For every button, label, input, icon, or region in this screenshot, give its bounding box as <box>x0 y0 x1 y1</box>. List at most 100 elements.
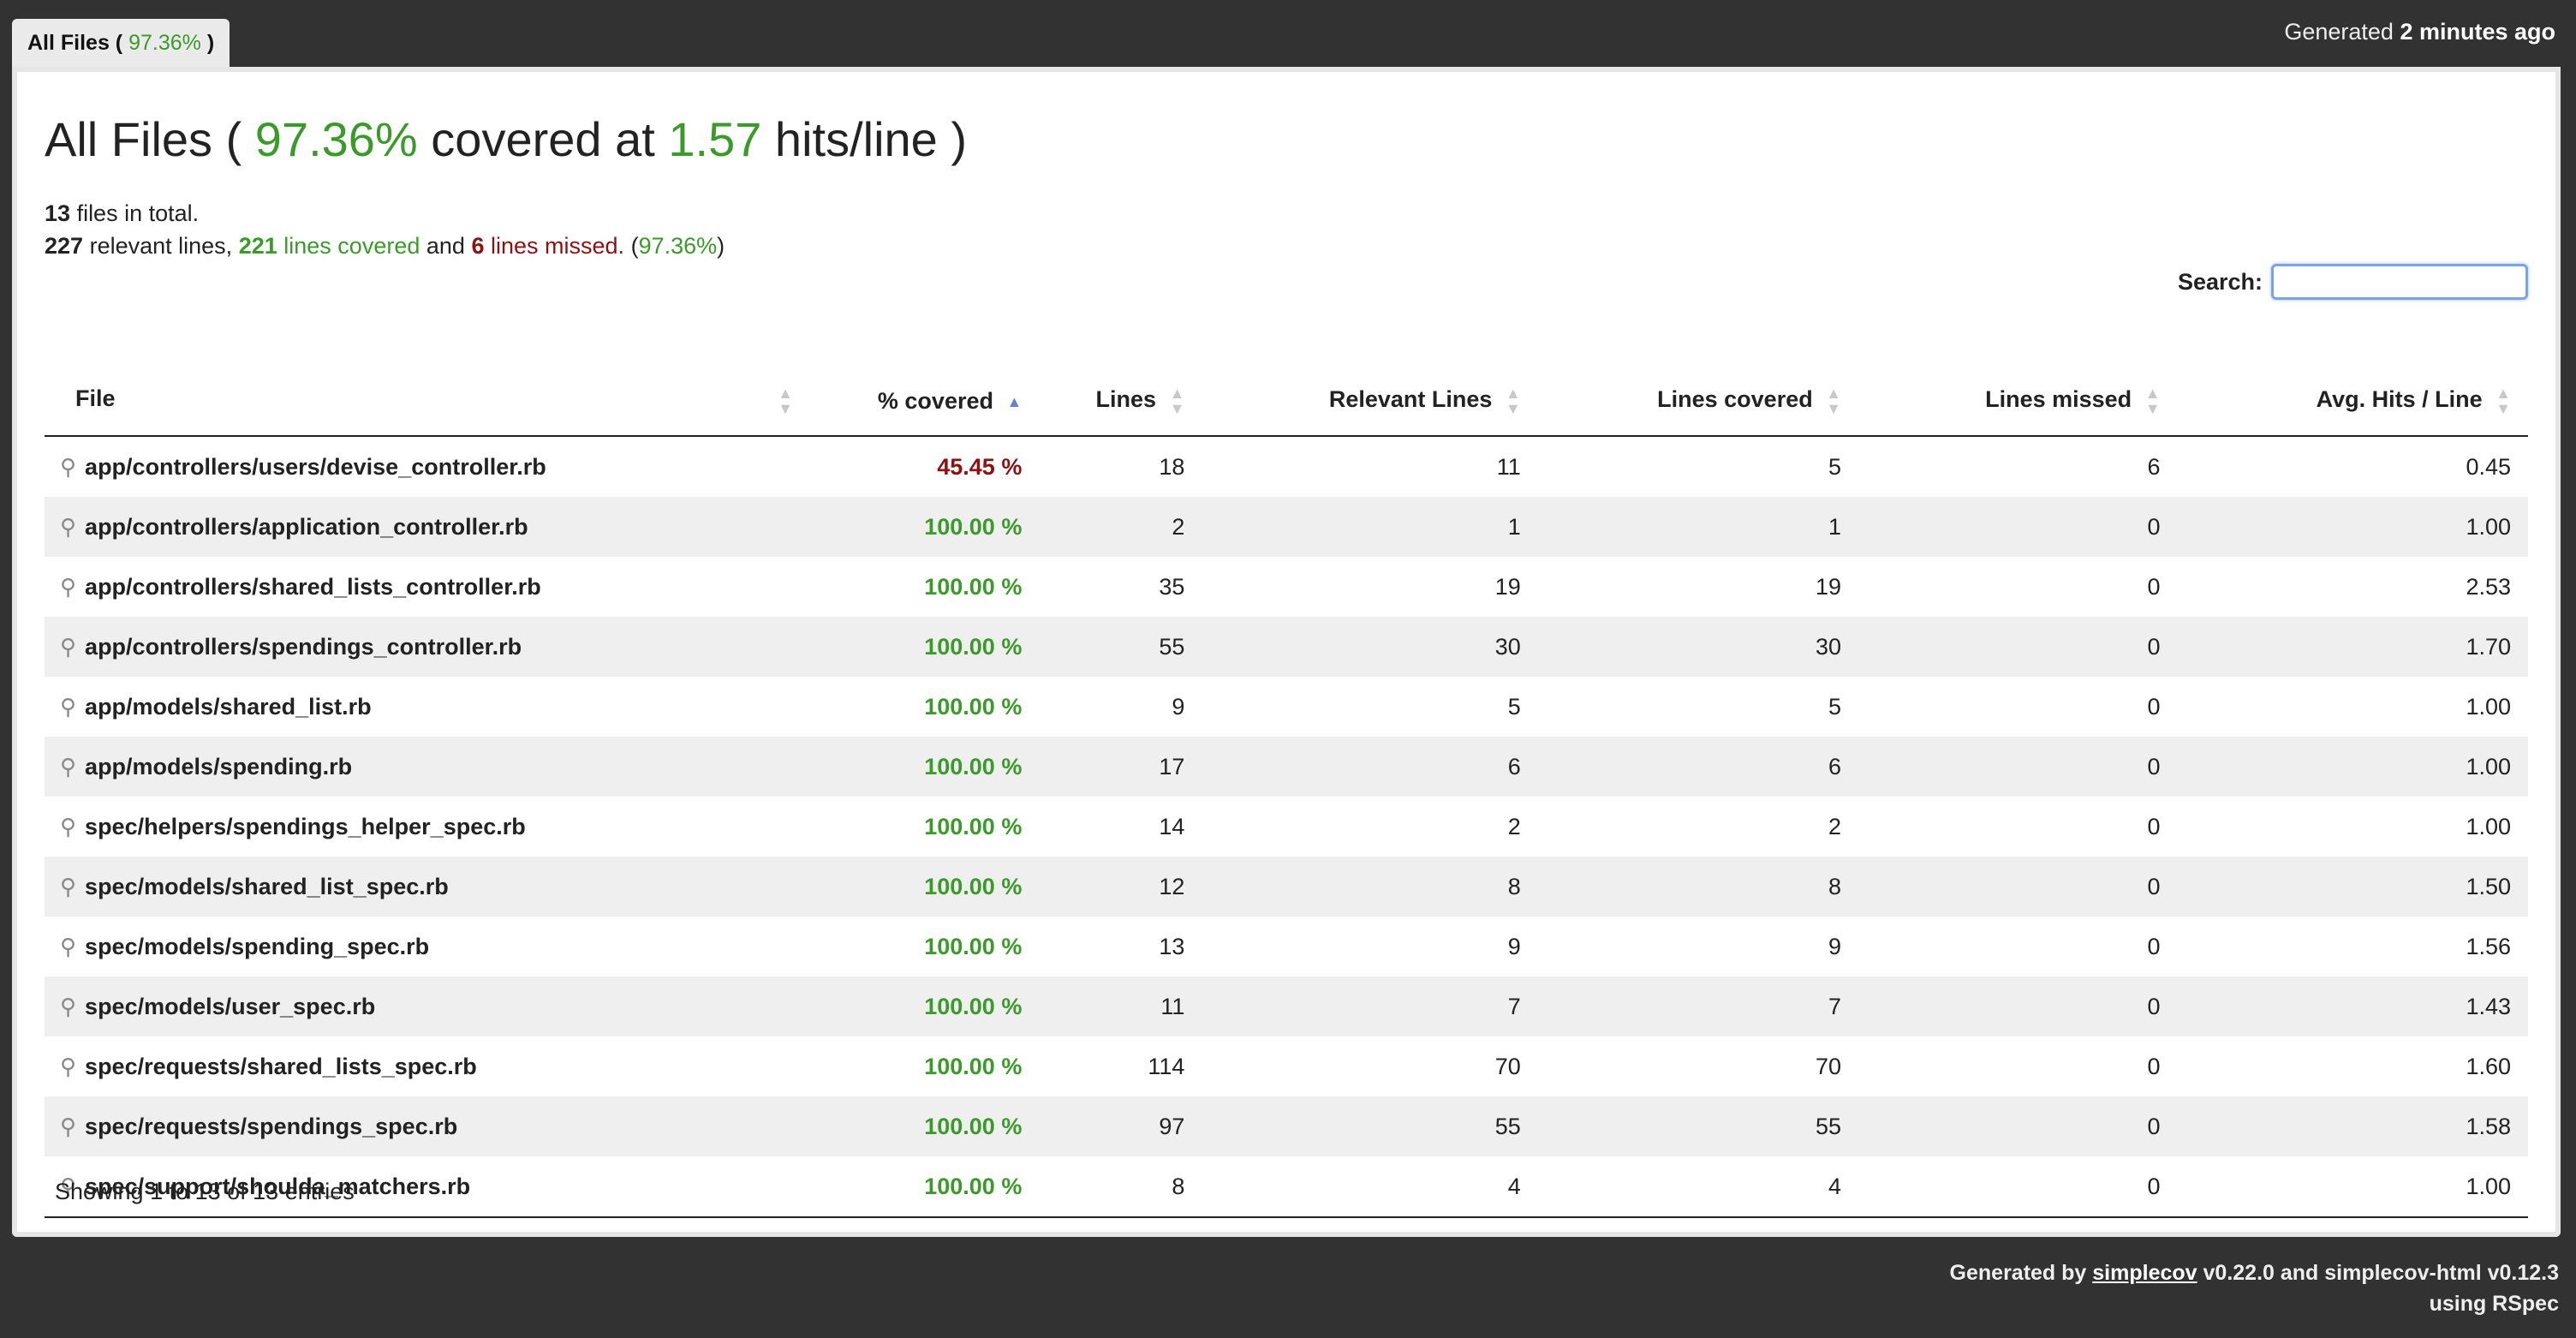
file-path[interactable]: spec/helpers/spendings_helper_spec.rb <box>85 814 526 839</box>
search-box: Search: <box>2178 264 2528 300</box>
relevant-lines-cell: 6 <box>1202 737 1538 797</box>
column-label: Lines covered <box>1657 386 1813 413</box>
file-cell[interactable]: ⚲ app/controllers/shared_lists_controller… <box>45 557 810 617</box>
avg-hits-cell: 1.00 <box>2177 1156 2528 1218</box>
file-path[interactable]: spec/requests/shared_lists_spec.rb <box>85 1054 477 1079</box>
table-body: ⚲ app/controllers/users/devise_controller… <box>45 436 2528 1218</box>
relevant-lines-cell: 5 <box>1507 693 1521 720</box>
magnifier-icon[interactable]: ⚲ <box>60 874 76 899</box>
covered-cell: 100.00 % <box>810 737 1040 797</box>
file-cell[interactable]: ⚲ app/controllers/spendings_controller.rb <box>45 617 810 677</box>
magnifier-icon[interactable]: ⚲ <box>60 574 76 600</box>
covered-cell: 100.00 % <box>924 813 1023 839</box>
footer-line-1: Generated by simplecov v0.22.0 and simpl… <box>1950 1257 2559 1288</box>
relevant-lines-cell: 9 <box>1507 933 1521 959</box>
file-path[interactable]: app/controllers/application_controller.r… <box>85 514 528 540</box>
column-header-lines-covered[interactable]: Lines covered ▲ ▼ <box>1537 367 1859 437</box>
file-path[interactable]: app/controllers/shared_lists_controller.… <box>85 574 541 600</box>
file-count: 13 <box>45 200 71 226</box>
magnifier-icon[interactable]: ⚲ <box>60 934 76 959</box>
magnifier-icon[interactable]: ⚲ <box>60 694 76 720</box>
column-header-lines-missed[interactable]: Lines missed ▲ ▼ <box>1858 367 2178 437</box>
relevant-lines-cell: 4 <box>1202 1156 1538 1218</box>
lines-cell: 11 <box>1039 977 1202 1036</box>
summary-pct-close: ) <box>717 233 725 259</box>
covered-lines-text: lines covered <box>283 233 420 259</box>
column-label: Lines <box>1095 386 1157 413</box>
magnifier-icon[interactable]: ⚲ <box>60 1114 76 1139</box>
table-row: ⚲ spec/helpers/spendings_helper_spec.rb 10… <box>45 797 2528 857</box>
tab-coverage-pct: 97.36% <box>128 31 201 55</box>
file-path[interactable]: spec/requests/spendings_spec.rb <box>85 1114 457 1139</box>
generated-prefix: Generated <box>2284 19 2394 45</box>
file-cell[interactable]: ⚲ spec/models/shared_list_spec.rb <box>45 857 810 917</box>
magnifier-icon[interactable]: ⚲ <box>60 454 76 480</box>
magnifier-icon[interactable]: ⚲ <box>60 514 76 540</box>
covered-cell: 100.00 % <box>810 497 1040 557</box>
file-cell[interactable]: ⚲ spec/models/user_spec.rb <box>45 977 810 1036</box>
file-path[interactable]: app/controllers/spendings_controller.rb <box>85 634 522 660</box>
magnifier-icon[interactable]: ⚲ <box>60 1054 76 1079</box>
magnifier-icon[interactable]: ⚲ <box>60 994 76 1019</box>
file-path[interactable]: app/controllers/users/devise_controller.… <box>85 454 546 480</box>
file-cell[interactable]: ⚲ app/controllers/users/devise_controller… <box>45 436 810 497</box>
magnifier-icon[interactable]: ⚲ <box>60 814 76 839</box>
file-path[interactable]: spec/models/user_spec.rb <box>85 994 375 1019</box>
file-cell[interactable]: ⚲ spec/requests/spendings_spec.rb <box>45 1096 810 1156</box>
simplecov-link[interactable]: simplecov <box>2092 1261 2197 1285</box>
magnifier-icon[interactable]: ⚲ <box>60 634 76 660</box>
magnifier-icon[interactable]: ⚲ <box>60 754 76 780</box>
title-coverage-pct: 97.36% <box>254 112 418 166</box>
relevant-lines-cell: 11 <box>1496 453 1521 480</box>
covered-cell: 100.00 % <box>924 1053 1023 1079</box>
file-cell[interactable]: ⚲ app/models/spending.rb <box>45 737 810 797</box>
relevant-lines-cell: 19 <box>1494 573 1521 600</box>
file-path[interactable]: spec/models/shared_list_spec.rb <box>85 874 449 899</box>
covered-cell: 100.00 % <box>810 1096 1040 1156</box>
file-path[interactable]: app/models/shared_list.rb <box>85 694 372 720</box>
table-row: ⚲ app/controllers/shared_lists_controller… <box>45 557 2528 617</box>
file-cell[interactable]: ⚲ app/controllers/application_controller.… <box>45 497 810 557</box>
lines-cell: 55 <box>1039 617 1202 677</box>
file-cell[interactable]: ⚲ spec/helpers/spendings_helper_spec.rb <box>45 797 810 857</box>
relevant-lines-cell: 1 <box>1202 497 1538 557</box>
lines-missed-cell: 0 <box>1858 977 2178 1036</box>
lines-cell: 2 <box>1039 497 1202 557</box>
search-input[interactable] <box>2271 264 2528 300</box>
avg-hits-cell: 1.00 <box>2466 813 2511 839</box>
lines-missed-cell: 0 <box>2147 1053 2161 1079</box>
file-cell[interactable]: ⚲ app/models/shared_list.rb <box>45 677 810 737</box>
covered-cell: 100.00 % <box>924 693 1023 720</box>
column-header-avg-hits[interactable]: Avg. Hits / Line ▲ ▼ <box>2177 367 2528 437</box>
column-header-covered[interactable]: % covered ▲ <box>810 367 1040 437</box>
lines-covered-cell: 5 <box>1828 693 1842 720</box>
column-header-relevant-lines[interactable]: Relevant Lines ▲ ▼ <box>1202 367 1538 437</box>
lines-covered-cell: 4 <box>1537 1156 1859 1218</box>
table-row: ⚲ spec/requests/spendings_spec.rb 100.00 %… <box>45 1096 2528 1156</box>
relevant-lines-cell: 30 <box>1202 617 1538 677</box>
lines-cell: 14 <box>1159 813 1185 839</box>
lines-missed-cell: 0 <box>1858 497 2178 557</box>
covered-lines-count: 221 <box>238 233 277 259</box>
lines-missed-cell: 0 <box>1858 1156 2178 1218</box>
column-header-file[interactable]: File ▲ ▼ <box>45 367 810 437</box>
lines-covered-cell: 2 <box>1828 813 1842 839</box>
avg-hits-cell: 1.70 <box>2177 617 2528 677</box>
column-label: File <box>75 385 116 411</box>
lines-covered-cell: 55 <box>1537 1096 1859 1156</box>
lines-missed-cell: 0 <box>2147 573 2161 600</box>
sort-arrows-icon: ▲ ▼ <box>778 385 793 417</box>
sort-arrows-icon: ▲ ▼ <box>1826 385 1842 417</box>
title-prefix: All Files ( <box>45 112 242 166</box>
tab-all-files[interactable]: All Files ( 97.36% ) <box>12 19 230 67</box>
relevant-lines-cell: 8 <box>1202 857 1538 917</box>
avg-hits-cell: 0.45 <box>2466 453 2511 480</box>
covered-cell: 45.45 % <box>937 453 1023 480</box>
file-cell[interactable]: ⚲ spec/requests/shared_lists_spec.rb <box>45 1036 810 1096</box>
file-path[interactable]: spec/models/spending_spec.rb <box>85 934 429 959</box>
file-cell[interactable]: ⚲ spec/models/spending_spec.rb <box>45 917 810 977</box>
missed-lines-text: lines missed. <box>491 233 625 259</box>
file-path[interactable]: app/models/spending.rb <box>85 754 352 780</box>
column-header-lines[interactable]: Lines ▲ ▼ <box>1039 367 1202 437</box>
lines-covered-cell: 9 <box>1828 933 1842 959</box>
